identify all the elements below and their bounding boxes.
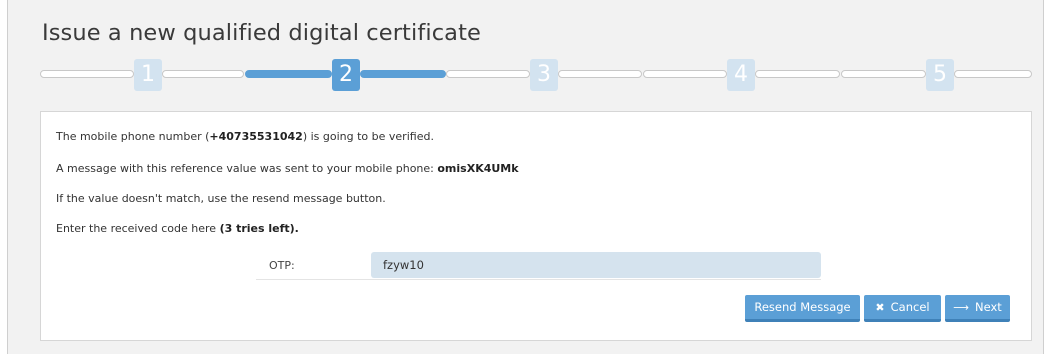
resend-hint-text: If the value doesn't match, use the rese… [56, 192, 386, 205]
step-1: 1 [134, 59, 162, 91]
stepper-track-1b [162, 70, 244, 78]
otp-divider [256, 279, 821, 280]
page-title: Issue a new qualified digital certificat… [42, 20, 481, 46]
reference-value: omisXK4UMk [437, 162, 519, 175]
stepper-track-3b [558, 70, 642, 78]
cancel-button[interactable]: ✖ Cancel [864, 295, 941, 322]
close-x-icon: ✖ [875, 300, 885, 314]
next-button[interactable]: ⟶ Next [945, 295, 1010, 322]
stepper-track-2a-active [245, 70, 332, 78]
step-2-active: 2 [332, 59, 360, 91]
stepper-track-4b [755, 70, 840, 78]
reference-message-text: A message with this reference value was … [56, 162, 519, 175]
stepper-track-4a [643, 70, 727, 78]
phone-number: +40735531042 [209, 130, 303, 143]
otp-label: OTP: [269, 259, 295, 272]
resend-message-button[interactable]: Resend Message [745, 295, 860, 322]
stepper-track-5b [954, 70, 1032, 78]
phone-verification-text: The mobile phone number (+40735531042) i… [56, 130, 434, 143]
otp-input[interactable] [371, 252, 821, 278]
stepper-track-3a [446, 70, 530, 78]
enter-code-text: Enter the received code here (3 tries le… [56, 222, 299, 235]
verification-panel: The mobile phone number (+40735531042) i… [40, 111, 1032, 341]
stepper-track-2b-active [360, 70, 446, 78]
stepper-track-5a [841, 70, 926, 78]
step-3: 3 [530, 59, 558, 91]
tries-left: (3 tries left). [219, 222, 299, 235]
step-4: 4 [727, 59, 755, 91]
page-frame: Issue a new qualified digital certificat… [7, 0, 1044, 354]
stepper-track-1 [40, 70, 134, 78]
arrow-right-icon: ⟶ [953, 300, 969, 314]
wizard-stepper: 1 2 3 4 5 [40, 58, 1032, 92]
step-5: 5 [926, 59, 954, 91]
